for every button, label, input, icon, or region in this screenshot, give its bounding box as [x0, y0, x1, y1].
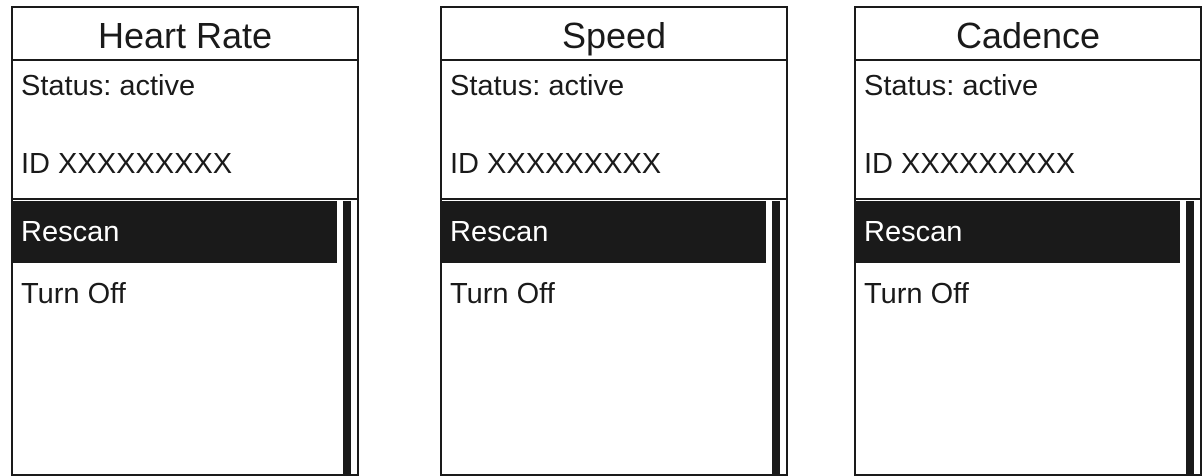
- sensor-screen-heart-rate: Heart Rate Status: active ID XXXXXXXXX R…: [11, 6, 359, 476]
- title-divider: [856, 59, 1200, 61]
- info-divider: [13, 198, 357, 200]
- screen-title: Cadence: [955, 15, 1101, 56]
- sensor-id-text: ID XXXXXXXXX: [864, 148, 1076, 180]
- menu-list: Rescan Turn Off: [13, 201, 337, 325]
- menu-item-turn-off[interactable]: Turn Off: [13, 263, 337, 325]
- menu-list: Rescan Turn Off: [856, 201, 1180, 325]
- sensor-id-text: ID XXXXXXXXX: [450, 148, 662, 180]
- scrollbar[interactable]: [1186, 201, 1194, 474]
- scrollbar[interactable]: [343, 201, 351, 474]
- menu-item-turn-off[interactable]: Turn Off: [856, 263, 1180, 325]
- status-text: Status: active: [450, 70, 625, 102]
- sensor-screen-speed: Speed Status: active ID XXXXXXXXX Rescan…: [440, 6, 788, 476]
- menu-item-turn-off[interactable]: Turn Off: [442, 263, 766, 325]
- title-divider: [442, 59, 786, 61]
- menu-list: Rescan Turn Off: [442, 201, 766, 325]
- menu-item-rescan[interactable]: Rescan: [13, 201, 337, 263]
- info-divider: [442, 198, 786, 200]
- menu-item-rescan[interactable]: Rescan: [442, 201, 766, 263]
- status-text: Status: active: [21, 70, 196, 102]
- sensor-screen-cadence: Cadence Status: active ID XXXXXXXXX Resc…: [854, 6, 1202, 476]
- scrollbar[interactable]: [772, 201, 780, 474]
- title-divider: [13, 59, 357, 61]
- sensor-id-text: ID XXXXXXXXX: [21, 148, 233, 180]
- screen-title: Heart Rate: [97, 15, 273, 56]
- screen-title: Speed: [561, 15, 667, 56]
- status-text: Status: active: [864, 70, 1039, 102]
- info-divider: [856, 198, 1200, 200]
- menu-item-rescan[interactable]: Rescan: [856, 201, 1180, 263]
